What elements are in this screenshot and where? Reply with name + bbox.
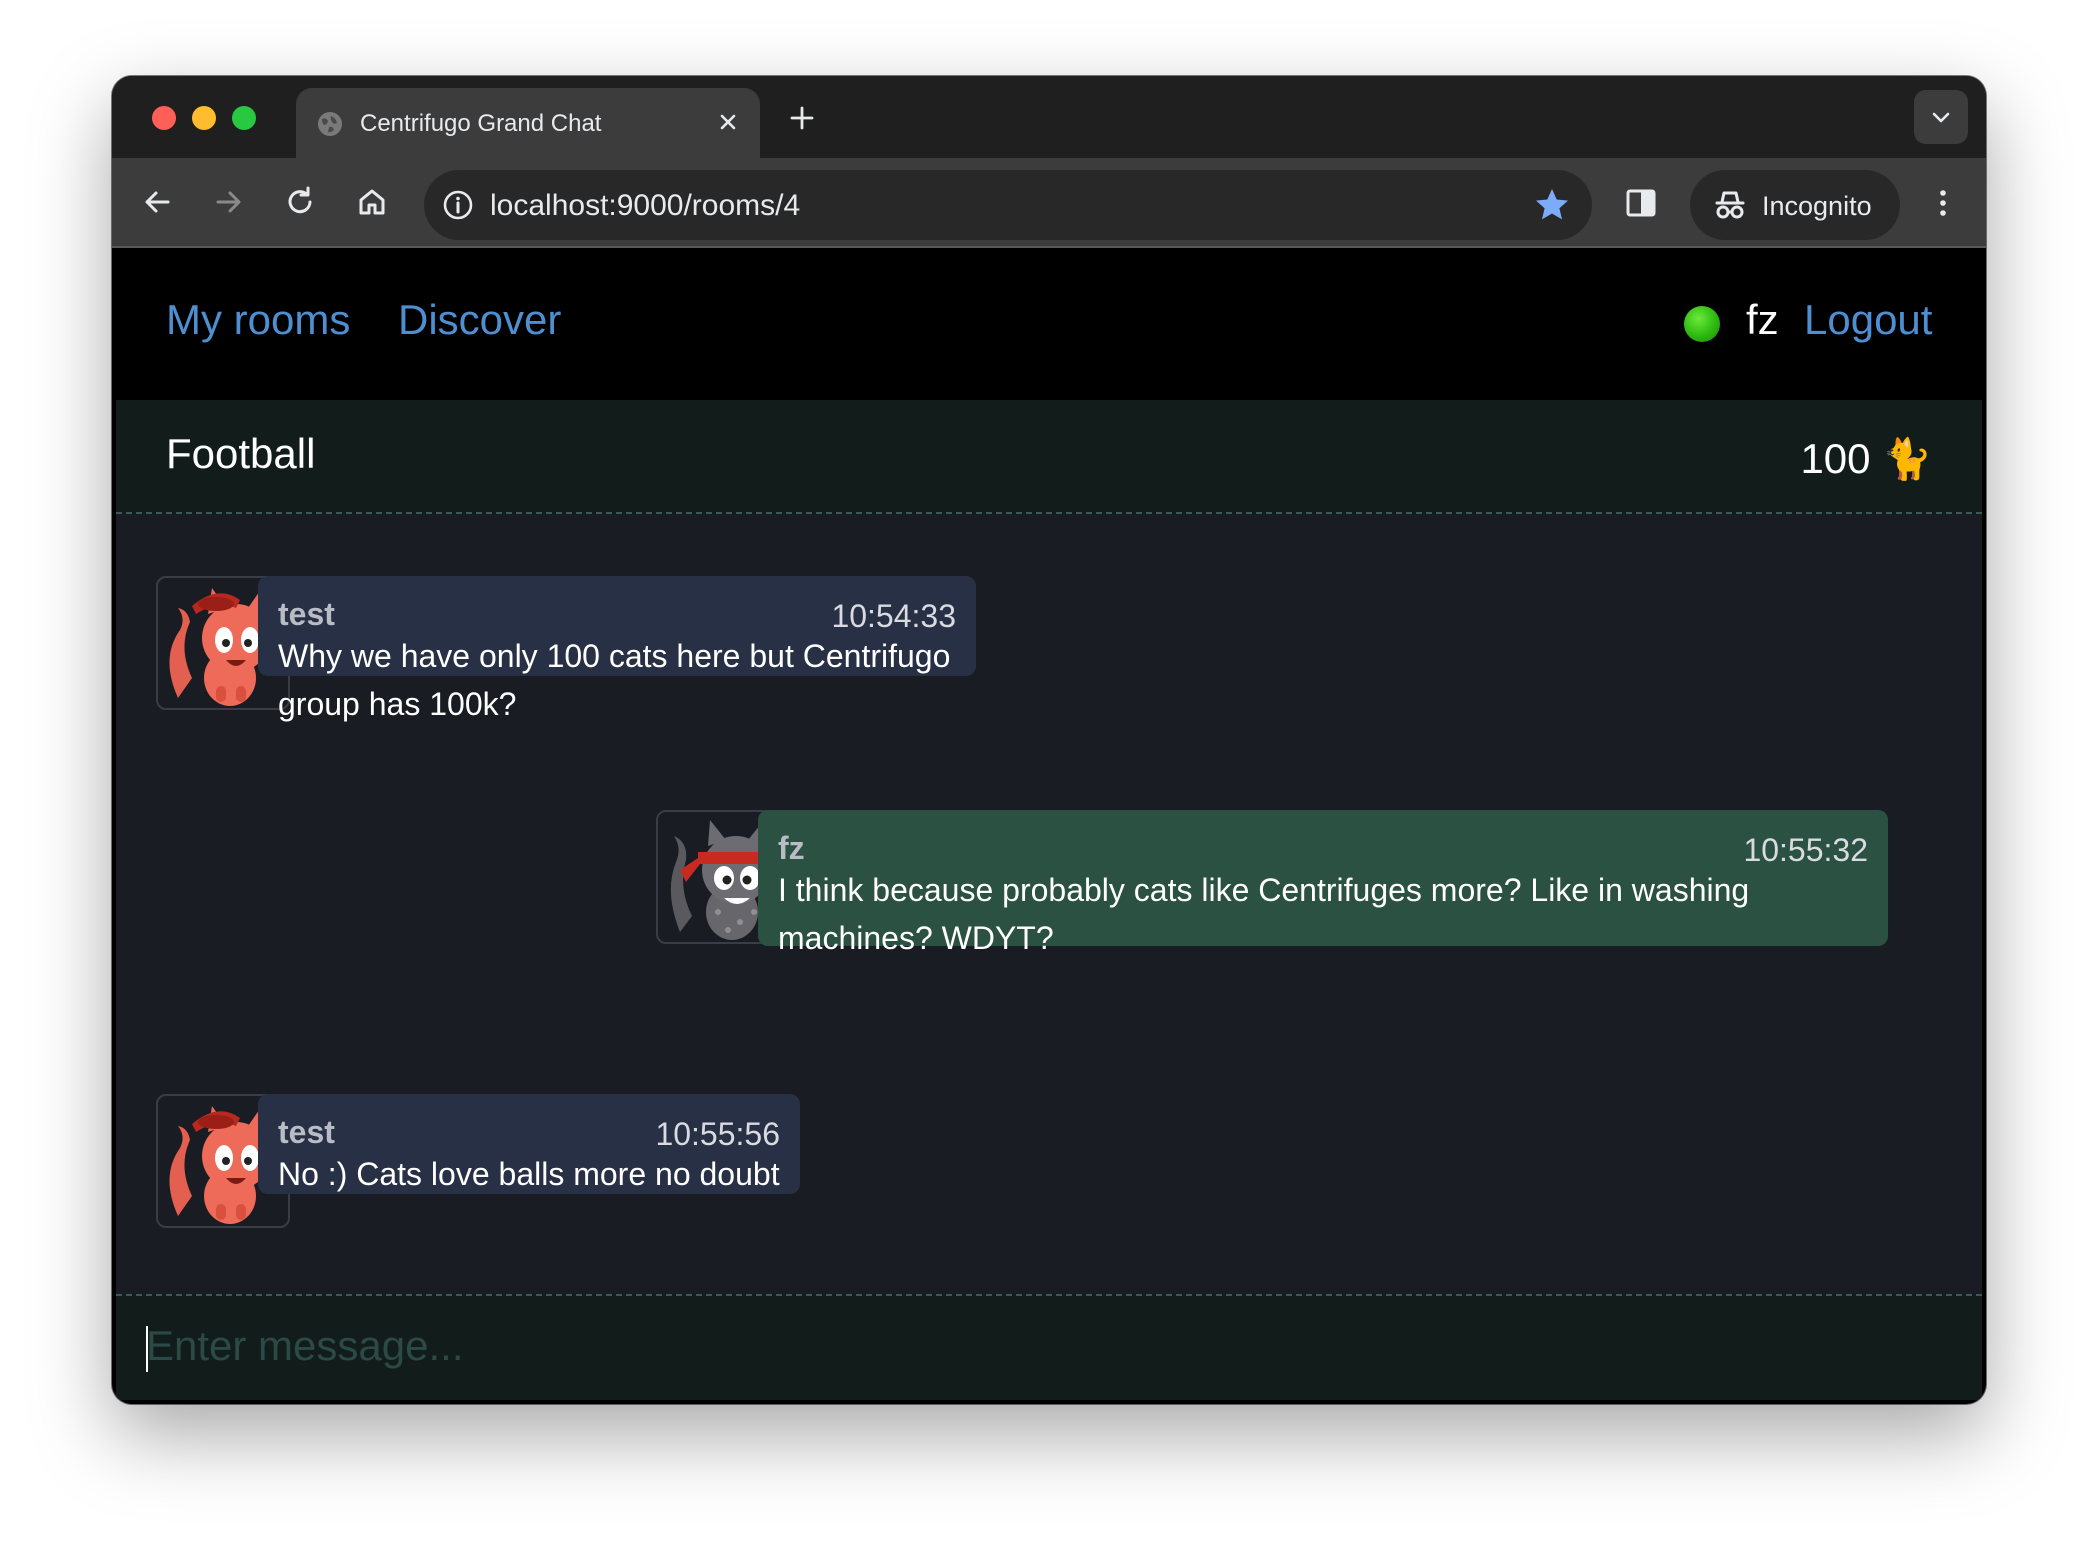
browser-window: Centrifugo Grand Chat localhost:9000/roo… [112,76,1986,1404]
message-text-line2: machines? WDYT? [778,920,1054,956]
message-list: test 10:54:33 Why we have only 100 cats … [116,514,1982,1294]
globe-icon [318,112,342,136]
room-header: Football 100 🐈 [116,400,1982,514]
message-time: 10:55:56 [655,1116,780,1152]
logout-link[interactable]: Logout [1804,296,1932,344]
url-text: localhost:9000/rooms/4 [490,189,801,222]
home-icon[interactable] [352,182,392,222]
back-arrow-icon[interactable] [138,182,178,222]
message-time: 10:55:32 [1743,832,1868,868]
message-sender: fz [778,830,805,866]
app-navbar: My rooms Discover fz Logout [116,248,1982,400]
message-bubble: test 10:54:33 Why we have only 100 cats … [258,576,976,722]
online-status-indicator [1684,306,1720,342]
address-bar[interactable]: localhost:9000/rooms/4 [424,170,1592,240]
message-time: 10:54:33 [831,598,956,634]
message-sender: test [278,596,335,632]
message-text: Why we have only 100 cats here but Centr… [278,638,951,722]
close-window-button[interactable] [152,106,176,130]
bookmark-star-icon[interactable] [1532,185,1572,225]
more-menu-icon[interactable] [1924,184,1962,222]
forward-arrow-icon[interactable] [208,182,248,222]
minimize-window-button[interactable] [192,106,216,130]
site-info-icon[interactable] [440,187,476,223]
incognito-icon [1715,191,1745,219]
chevron-down-icon [1932,112,1950,123]
tab-title: Centrifugo Grand Chat [360,110,602,137]
cat-icon: 🐈 [1882,437,1932,482]
maximize-window-button[interactable] [232,106,256,130]
room-title: Football [166,430,316,477]
side-panel-icon[interactable] [1622,184,1660,222]
current-username: fz [1746,296,1779,343]
message-bubble: test 10:55:56 No :) Cats love balls more… [258,1094,800,1194]
incognito-badge[interactable]: Incognito [1690,170,1900,240]
message-text-line1: I think because probably cats like Centr… [778,872,1750,908]
my-rooms-link[interactable]: My rooms [166,296,350,344]
member-count-value: 100 [1800,434,1871,482]
tab-search-button[interactable] [1914,90,1968,144]
browser-toolbar: localhost:9000/rooms/4 Incognito [112,158,1986,248]
browser-tab-active[interactable]: Centrifugo Grand Chat [296,88,760,158]
message-input[interactable] [146,1316,1946,1376]
incognito-label: Incognito [1762,191,1872,221]
text-caret [146,1326,148,1372]
message-text: No :) Cats love balls more no doubt [278,1156,780,1192]
close-icon[interactable] [714,108,742,136]
window-controls [152,106,256,130]
page-content: My rooms Discover fz Logout Football 100… [116,248,1982,1400]
message-bubble-own: fz 10:55:32 I think because probably cat… [758,810,1888,956]
room-member-count: 100 🐈 [1800,432,1932,483]
message-composer [116,1294,1982,1400]
message-sender: test [278,1114,335,1150]
reload-icon[interactable] [280,182,320,222]
tab-strip: Centrifugo Grand Chat [112,76,1986,158]
new-tab-plus-icon[interactable] [784,100,820,136]
discover-link[interactable]: Discover [398,296,561,344]
